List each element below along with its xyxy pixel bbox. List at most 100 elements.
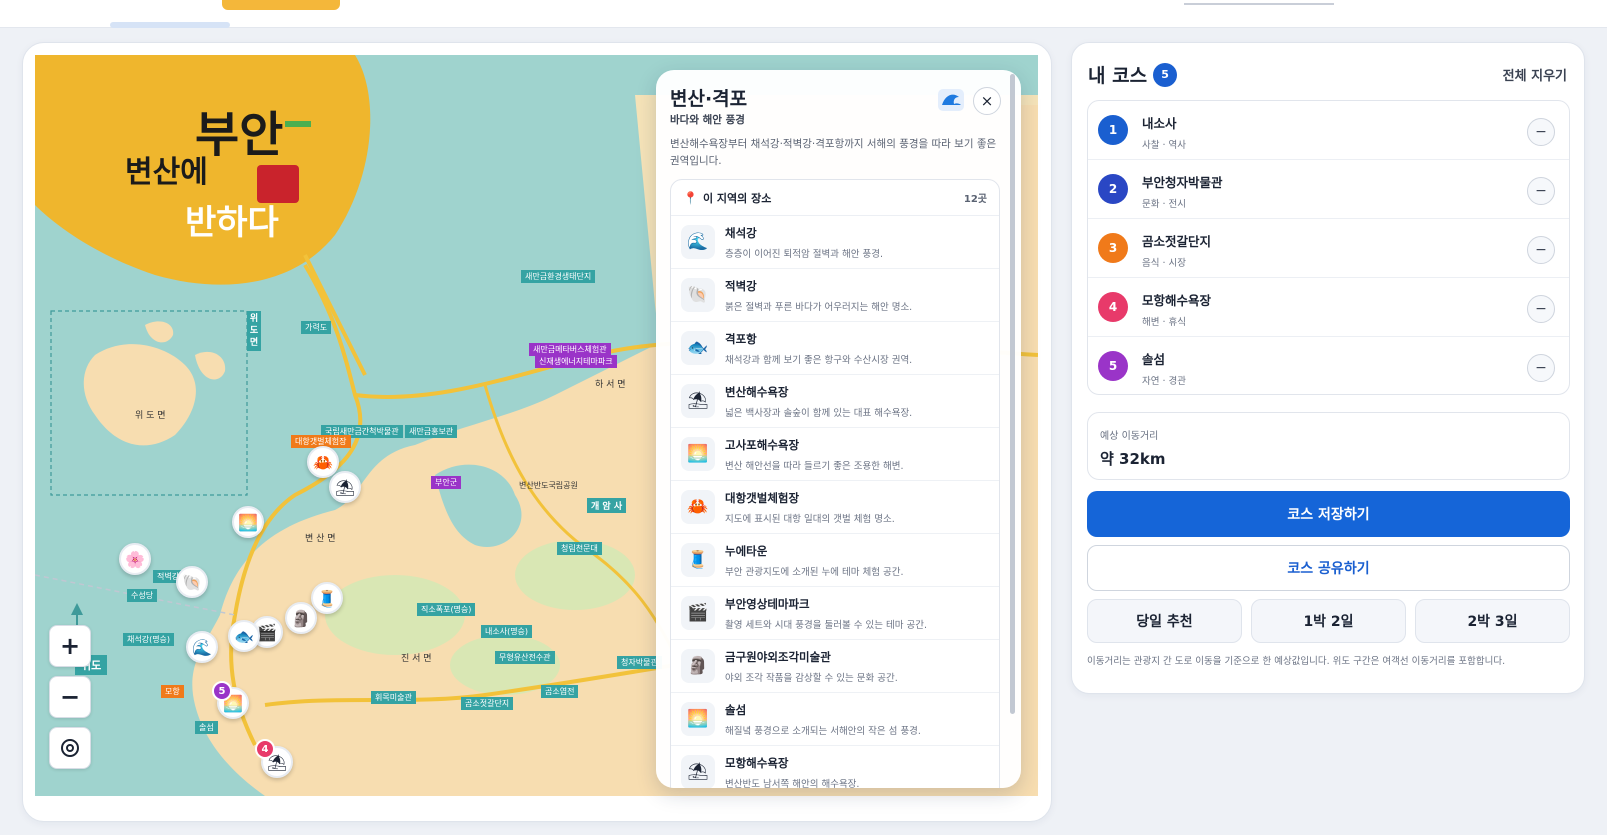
course-pin-4[interactable]: 4 — [255, 739, 275, 759]
place-item[interactable]: 🎬 부안영상테마파크 촬영 세트와 시대 풍경을 둘러볼 수 있는 테마 공간. — [671, 587, 999, 640]
poster-title: 부안 — [195, 107, 284, 163]
label-sudosan: 수성당 — [127, 589, 158, 602]
course-item-category: 자연 · 경관 — [1142, 376, 1187, 387]
locate-button[interactable] — [49, 727, 91, 769]
top-header — [0, 0, 1607, 28]
course-order-badge: 5 — [1098, 351, 1128, 381]
label-cheongrim: 청림천문대 — [557, 542, 602, 555]
map-marker-geumguwon[interactable]: 🗿 — [285, 602, 317, 634]
place-item[interactable]: 🌅 고사포해수욕장변산 해안선을 따라 들르기 좋은 조용한 해변. — [671, 428, 999, 481]
label-wido-myeon: 위 도 면 — [135, 411, 166, 421]
place-description: 채석강과 함께 보기 좋은 항구와 수산시장 권역. — [725, 354, 913, 366]
course-count-badge: 5 — [1153, 62, 1178, 87]
place-item[interactable]: 🦀 대항갯벌체험장 지도에 표시된 대항 일대의 갯벌 체험 명소. — [671, 481, 999, 534]
course-item[interactable]: 1 내소사 사찰 · 역사 − — [1088, 101, 1569, 160]
place-item[interactable]: 🌊 채석강 층층이 이어진 퇴적암 절벽과 해안 풍경. — [671, 216, 999, 269]
site-logo[interactable] — [222, 0, 340, 10]
map-marker-chaeseok[interactable]: 🌊 — [186, 631, 218, 663]
place-items: 🌊 채석강 층층이 이어진 퇴적암 절벽과 해안 풍경. 🐚 적벽강 붉은 절벽과 푸른 … — [671, 216, 999, 788]
wave-icon — [938, 89, 964, 111]
poster-accent — [285, 121, 311, 127]
place-description: 야외 조각 작품을 감상할 수 있는 문화 공간. — [725, 672, 898, 684]
course-item-category: 음식 · 시장 — [1142, 258, 1187, 269]
place-name: 금구원야외조각미술관 — [725, 649, 831, 664]
map-marker-nuetown[interactable]: 🧵 — [311, 582, 343, 614]
course-item-name: 곰소젓갈단지 — [1142, 234, 1212, 249]
nav-active-indicator — [110, 22, 230, 28]
map-marker-gosapo[interactable]: 🌅 — [232, 506, 264, 538]
place-name: 변산해수욕장 — [725, 384, 789, 399]
zoom-out-button[interactable]: − — [49, 676, 91, 718]
region-subtitle: 바다와 해안 풍경 — [670, 114, 745, 126]
share-course-button[interactable]: 코스 공유하기 — [1087, 545, 1570, 591]
place-item[interactable]: 🐚 적벽강 붉은 절벽과 푸른 바다가 어우러지는 해안 명소. — [671, 269, 999, 322]
my-course-panel: 내 코스 5 전체 지우기 1 내소사 사찰 · 역사 − 2 부안청자박물관 문화 · 전… — [1071, 42, 1585, 694]
place-icon: 🐚 — [681, 278, 715, 312]
distance-value: 약 32km — [1100, 450, 1166, 468]
target-icon — [61, 739, 79, 757]
label-gomso-salt: 곰소염전 — [541, 685, 579, 698]
place-description: 붉은 절벽과 푸른 바다가 어우러지는 해안 명소. — [725, 301, 913, 313]
label-muhyeong: 무형유산전수관 — [495, 651, 555, 664]
place-item[interactable]: 🧵 누에타운 부안 관광지도에 소개된 누에 테마 체험 공간. — [671, 534, 999, 587]
save-course-button[interactable]: 코스 저장하기 — [1087, 491, 1570, 537]
distance-label: 예상 이동거리 — [1100, 431, 1159, 442]
remove-button[interactable]: − — [1527, 177, 1555, 205]
duration-day-trip[interactable]: 당일 추천 — [1087, 599, 1242, 643]
place-name: 채석강 — [725, 225, 757, 240]
distance-note: 이동거리는 관광지 간 도로 이동을 기준으로 한 예상값입니다. 위도 구간은… — [1087, 656, 1506, 667]
place-icon: ⛱ — [681, 384, 715, 418]
place-icon: 🎬 — [681, 596, 715, 630]
course-item-category: 해변 · 휴식 — [1142, 317, 1187, 328]
place-description: 층층이 이어진 퇴적암 절벽과 해안 풍경. — [725, 248, 883, 260]
duration-2n3d[interactable]: 2박 3일 — [1415, 599, 1570, 643]
region-place-list: 📍 이 지역의 장소 12곳 🌊 채석강 층층이 이어진 퇴적암 절벽과 해안 풍경… — [670, 179, 1000, 788]
close-button[interactable]: × — [973, 87, 1001, 115]
label-gukhwa: 휘목미술관 — [371, 691, 416, 704]
label-chaeseok: 채석강(명승) — [123, 633, 175, 646]
label-gomso: 곰소젓갈단지 — [461, 697, 514, 710]
course-item[interactable]: 5 솔섬자연 · 경관 − — [1088, 337, 1569, 394]
course-item[interactable]: 4 모항해수욕장 해변 · 휴식 − — [1088, 278, 1569, 337]
course-pin-5[interactable]: 5 — [212, 681, 232, 701]
place-icon: 🌅 — [681, 437, 715, 471]
label-gaamsa: 개 암 사 — [587, 498, 627, 513]
clear-all-button[interactable]: 전체 지우기 — [1503, 65, 1567, 84]
label-byeonsan: 변 산 면 — [305, 534, 336, 544]
place-item[interactable]: ⛱ 변산해수욕장넓은 백사장과 솔숲이 함께 있는 대표 해수욕장. — [671, 375, 999, 428]
course-item[interactable]: 2 부안청자박물관 문화 · 전시 − — [1088, 160, 1569, 219]
remove-button[interactable]: − — [1527, 236, 1555, 264]
poster-stamp — [257, 165, 299, 203]
place-item[interactable]: ⛱ 모항해수욕장 변산반도 남서쪽 해안의 해수욕장. — [671, 746, 999, 788]
map-marker-byeonsan-beach[interactable]: ⛱ — [329, 471, 361, 503]
place-count: 12곳 — [963, 194, 987, 205]
map-marker-daehang[interactable]: 🦀 — [307, 446, 339, 478]
place-description: 넓은 백사장과 솔숲이 함께 있는 대표 해수욕장. — [725, 407, 913, 419]
map-marker-jeokbyeok[interactable]: 🐚 — [176, 566, 208, 598]
zoom-in-button[interactable]: + — [49, 625, 91, 667]
pin-icon: 📍 — [683, 190, 698, 205]
place-item[interactable]: 🗿 금구원야외조각미술관 야외 조각 작품을 감상할 수 있는 문화 공간. — [671, 640, 999, 693]
course-list: 1 내소사 사찰 · 역사 − 2 부안청자박물관 문화 · 전시 − 3 곰소젓갈단지 음식 · … — [1087, 100, 1570, 395]
course-item-name: 솔섬 — [1142, 352, 1166, 367]
remove-button[interactable]: − — [1527, 118, 1555, 146]
place-name: 부안영상테마파크 — [725, 596, 810, 611]
place-description: 해질녘 풍경으로 소개되는 서해안의 작은 섬 풍경. — [725, 725, 921, 737]
place-item[interactable]: 🐟 격포항 채석강과 함께 보기 좋은 항구와 수산시장 권역. — [671, 322, 999, 375]
place-name: 고사포해수욕장 — [725, 437, 800, 452]
label-haseo: 하 서 면 — [595, 380, 626, 390]
map-marker-gyeokpo[interactable]: 🐟 — [228, 620, 260, 652]
place-description: 변산 해안선을 따라 들르기 좋은 조용한 해변. — [725, 460, 904, 472]
label-saemangeum-eco: 새만금환경생태단지 — [521, 270, 596, 283]
course-item[interactable]: 3 곰소젓갈단지 음식 · 시장 − — [1088, 219, 1569, 278]
remove-button[interactable]: − — [1527, 354, 1555, 382]
place-item[interactable]: 🌅 솔섬 해질녘 풍경으로 소개되는 서해안의 작은 섬 풍경. — [671, 693, 999, 746]
region-description: 변산해수욕장부터 채석강·적벽강·격포항까지 서해의 풍경을 따라 보기 좋은 … — [670, 138, 997, 167]
duration-1n2d[interactable]: 1박 2일 — [1251, 599, 1406, 643]
course-title: 내 코스 5 — [1088, 61, 1178, 88]
place-description: 변산반도 남서쪽 해안의 해수욕장. — [725, 778, 860, 789]
map-marker-solseom-flower[interactable]: 🌸 — [119, 543, 151, 575]
panel-scrollbar[interactable] — [1010, 74, 1015, 714]
place-icon: 🌅 — [681, 702, 715, 736]
remove-button[interactable]: − — [1527, 295, 1555, 323]
